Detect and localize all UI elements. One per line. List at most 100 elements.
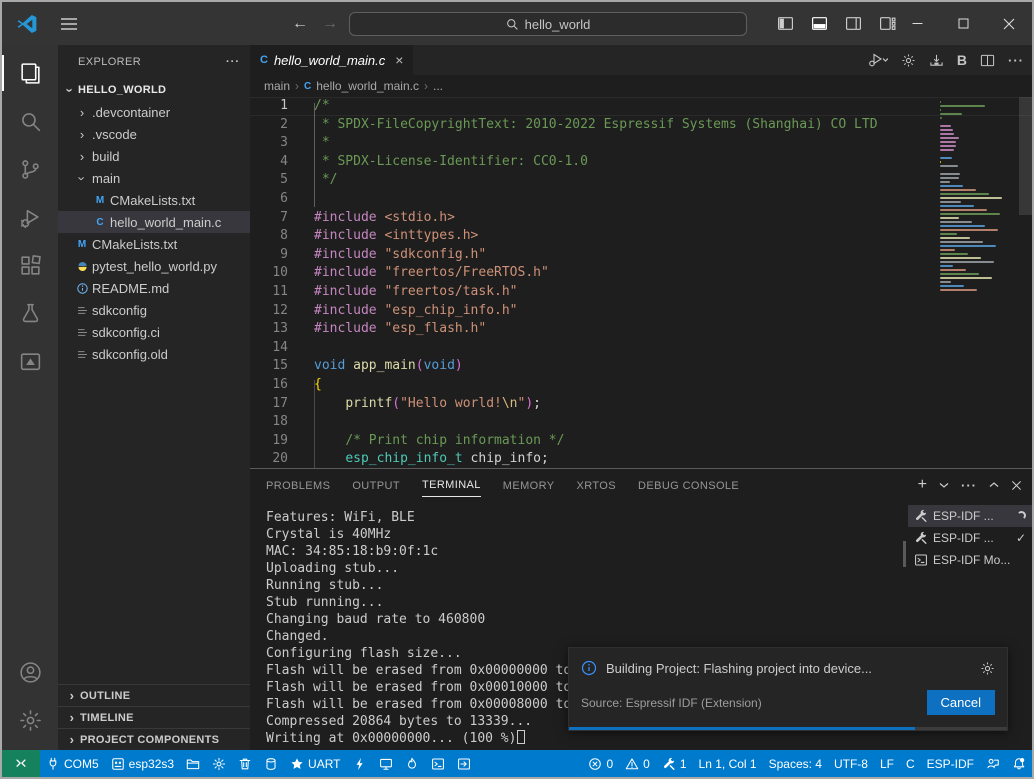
terminal-tab-2[interactable]: ESP-IDF ...✓	[908, 527, 1032, 549]
file-row--vscode[interactable]: ›.vscode	[58, 123, 250, 145]
file-row-cmakelists-txt[interactable]: MCMakeLists.txt	[58, 233, 250, 255]
status-label: UART	[308, 757, 340, 771]
terminal-tab-3[interactable]: ESP-IDF Mo...	[908, 549, 1032, 571]
install-icon[interactable]	[929, 53, 944, 68]
activity-item-explorer[interactable]	[2, 49, 58, 97]
status-folder[interactable]	[180, 750, 206, 777]
status-cylinder[interactable]	[258, 750, 284, 777]
status-utf-8[interactable]: UTF-8	[828, 750, 874, 777]
split-editor-icon[interactable]	[980, 53, 995, 68]
panel-tab-problems[interactable]: PROBLEMS	[266, 474, 330, 497]
menu-icon[interactable]	[60, 17, 78, 31]
explorer-more-actions-icon[interactable]: ···	[226, 56, 240, 68]
status-com5[interactable]: COM5	[40, 750, 105, 777]
file-row-hello-world-main-c[interactable]: Chello_world_main.c	[58, 211, 250, 233]
status-remote[interactable]	[2, 750, 40, 777]
editor-scrollbar[interactable]	[1019, 97, 1032, 215]
file-row-sdkconfig[interactable]: sdkconfig	[58, 299, 250, 321]
status-gear[interactable]	[206, 750, 232, 777]
status-c[interactable]: C	[900, 750, 921, 777]
panel-tab-output[interactable]: OUTPUT	[352, 474, 400, 497]
status-uart[interactable]: UART	[284, 750, 346, 777]
activity-item-run-debug[interactable]	[2, 193, 58, 241]
status-person[interactable]	[980, 750, 1006, 777]
code-editor[interactable]: 1/*2 * SPDX-FileCopyrightText: 2010-2022…	[250, 97, 1032, 468]
status-trash[interactable]	[232, 750, 258, 777]
notification-settings-icon[interactable]	[980, 661, 995, 676]
file-tree: ›.devcontainer›.vscode›build›mainMCMakeL…	[58, 101, 250, 365]
close-panel-icon[interactable]	[1011, 480, 1022, 491]
maximize-panel-icon[interactable]	[989, 481, 999, 489]
status-lf[interactable]: LF	[874, 750, 900, 777]
workspace-root-row[interactable]: › HELLO_WORLD	[58, 79, 250, 101]
command-center-search[interactable]: hello_world	[349, 12, 747, 36]
status-flame[interactable]	[399, 750, 425, 777]
status-esp32s3[interactable]: esp32s3	[105, 750, 180, 777]
file-row-readme-md[interactable]: README.md	[58, 277, 250, 299]
breadcrumb[interactable]: main › C hello_world_main.c › ...	[250, 75, 1032, 97]
status-label: UTF-8	[834, 757, 868, 771]
toggle-secondary-sidebar-icon[interactable]	[845, 15, 862, 32]
breadcrumb-folder[interactable]: main	[264, 79, 290, 93]
minimize-button[interactable]	[894, 2, 940, 45]
status-label: 0	[643, 757, 650, 771]
activity-item-testing[interactable]	[2, 289, 58, 337]
status-1[interactable]: 1	[656, 750, 693, 777]
forward-button[interactable]: →	[322, 15, 338, 33]
panel-tab-memory[interactable]: MEMORY	[503, 474, 555, 497]
warning-icon	[625, 757, 639, 771]
close-button[interactable]	[986, 2, 1032, 45]
toggle-panel-icon[interactable]	[811, 15, 828, 32]
minimap[interactable]	[940, 101, 1016, 293]
file-row-cmakelists-txt[interactable]: MCMakeLists.txt	[58, 189, 250, 211]
activity-item-source-control[interactable]	[2, 145, 58, 193]
panel-tab-terminal[interactable]: TERMINAL	[422, 473, 481, 497]
activity-item-search[interactable]	[2, 97, 58, 145]
tab-close-icon[interactable]: ×	[395, 52, 403, 68]
chevron-collapsed-icon: ›	[64, 688, 80, 703]
panel-more-actions-icon[interactable]: ···	[961, 478, 977, 493]
tab-hello-world-main-c[interactable]: C hello_world_main.c ×	[250, 45, 413, 75]
section-project-components[interactable]: › PROJECT COMPONENTS	[58, 728, 250, 750]
status-bell[interactable]	[1006, 750, 1032, 777]
status-0[interactable]: 0	[582, 750, 619, 777]
file-row-sdkconfig-old[interactable]: sdkconfig.old	[58, 343, 250, 365]
terminal-tab-1[interactable]: ESP-IDF ...	[908, 505, 1032, 527]
activity-item-extensions[interactable]	[2, 241, 58, 289]
toggle-sidebar-icon[interactable]	[777, 15, 794, 32]
section-timeline[interactable]: › TIMELINE	[58, 706, 250, 728]
more-actions-icon[interactable]: ···	[1008, 53, 1024, 68]
activity-item-settings[interactable]	[2, 696, 58, 744]
run-or-debug-icon[interactable]	[868, 52, 888, 68]
build-b-icon[interactable]: B	[957, 52, 967, 68]
file-row-build[interactable]: ›build	[58, 145, 250, 167]
cancel-button[interactable]: Cancel	[927, 690, 995, 715]
gear-icon[interactable]	[901, 53, 916, 68]
terminal-line: Changing baud rate to 460800	[266, 611, 902, 628]
panel-tab-xrtos[interactable]: XRTOS	[577, 474, 617, 497]
status-ln-1-col-1[interactable]: Ln 1, Col 1	[693, 750, 763, 777]
file-row-pytest-hello-world-py[interactable]: pytest_hello_world.py	[58, 255, 250, 277]
status-monitor[interactable]	[373, 750, 399, 777]
status-esp-idf[interactable]: ESP-IDF	[921, 750, 980, 777]
file-row-sdkconfig-ci[interactable]: sdkconfig.ci	[58, 321, 250, 343]
maximize-button[interactable]	[940, 2, 986, 45]
activity-item-esp-idf[interactable]	[2, 337, 58, 385]
status-terminal[interactable]	[425, 750, 451, 777]
breadcrumb-symbol[interactable]: ...	[433, 79, 443, 93]
file-row--devcontainer[interactable]: ›.devcontainer	[58, 101, 250, 123]
status-bolt[interactable]	[347, 750, 373, 777]
terminal-scrollbar[interactable]	[903, 541, 906, 567]
status-arrow[interactable]	[451, 750, 477, 777]
back-button[interactable]: ←	[292, 15, 308, 33]
activity-item-account[interactable]	[2, 648, 58, 696]
breadcrumb-file[interactable]: hello_world_main.c	[316, 79, 419, 93]
status-0[interactable]: 0	[619, 750, 656, 777]
section-outline[interactable]: › OUTLINE	[58, 684, 250, 706]
file-row-main[interactable]: ›main	[58, 167, 250, 189]
status-spaces-4[interactable]: Spaces: 4	[763, 750, 828, 777]
new-terminal-icon[interactable]: +	[918, 476, 927, 494]
code-line-7: 7#include <stdio.h>	[250, 209, 1032, 228]
panel-tab-debug-console[interactable]: DEBUG CONSOLE	[638, 474, 739, 497]
chevron-down-icon[interactable]	[939, 481, 949, 489]
